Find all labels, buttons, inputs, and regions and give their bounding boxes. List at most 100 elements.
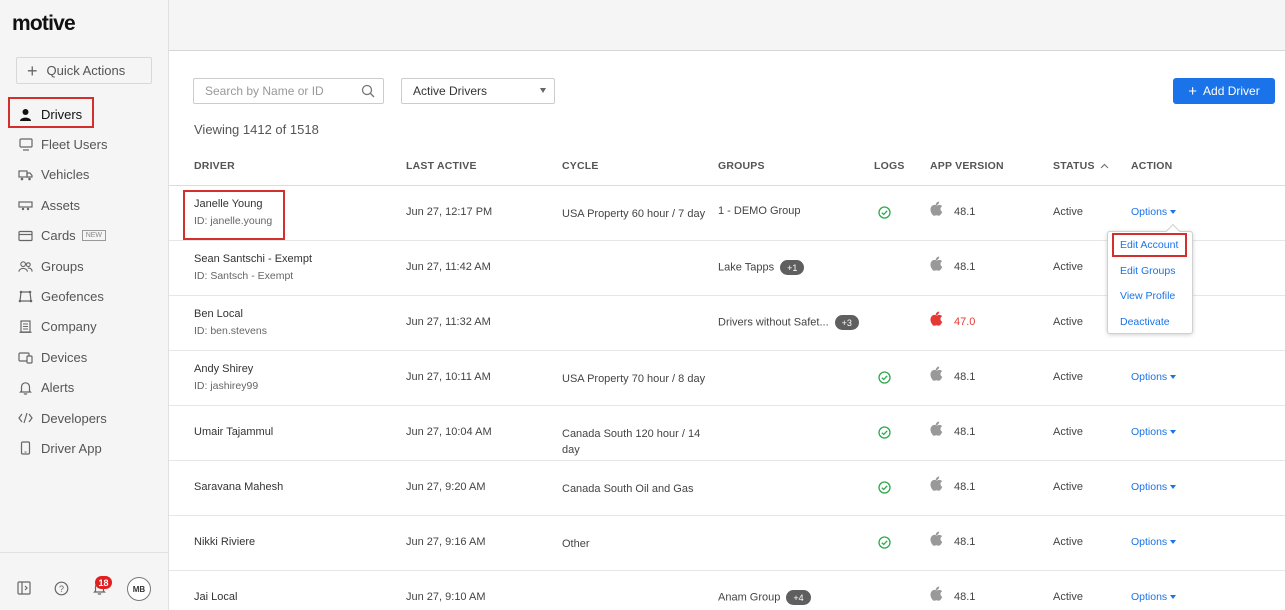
driver-status: Active — [1053, 206, 1083, 218]
table-row[interactable]: Jai Local Jun 27, 9:10 AM Anam Group +4 48.1… — [169, 571, 1285, 610]
truck-icon — [18, 167, 33, 182]
driver-name[interactable]: Nikki Riviere — [194, 536, 255, 548]
table-row[interactable]: Andy Shirey ID: jashirey99 Jun 27, 10:11 A… — [169, 351, 1285, 406]
driver-cell[interactable]: Jai Local — [194, 591, 237, 603]
caret-down-icon — [1170, 430, 1177, 435]
driver-name[interactable]: Ben Local — [194, 308, 267, 320]
app-version: 47.0 — [954, 316, 976, 328]
last-active: Jun 27, 9:10 AM — [406, 591, 486, 603]
driver-status-filter-select[interactable]: Active Drivers — [401, 78, 555, 104]
column-header-cycle[interactable]: CYCLE — [562, 160, 599, 172]
last-active: Jun 27, 10:04 AM — [406, 426, 492, 438]
caret-down-icon — [1170, 485, 1177, 490]
column-header-driver[interactable]: DRIVER — [194, 160, 235, 172]
column-header-app-version[interactable]: APP VERSION — [930, 160, 1004, 172]
last-active: Jun 27, 9:20 AM — [406, 481, 486, 493]
app-version: 48.1 — [954, 591, 976, 603]
driver-id: ID: ben.stevens — [194, 325, 267, 337]
caret-down-icon — [1170, 595, 1177, 600]
sidebar-item-alerts[interactable]: Alerts — [0, 373, 169, 403]
sidebar-item-label: Vehicles — [41, 167, 90, 183]
logs-ok-check-icon — [878, 206, 891, 222]
apple-icon — [930, 201, 943, 219]
driver-cell[interactable]: Sean Santschi - Exempt ID: Santsch - Exem… — [194, 253, 312, 282]
driver-status: Active — [1053, 481, 1083, 493]
sidebar-item-driver-app[interactable]: Driver App — [0, 433, 169, 463]
driver-cell[interactable]: Ben Local ID: ben.stevens — [194, 308, 267, 337]
last-active: Jun 27, 12:17 PM — [406, 206, 493, 218]
sidebar-item-label: Driver App — [41, 440, 102, 456]
column-header-groups[interactable]: GROUPS — [718, 160, 765, 172]
options-label: Options — [1131, 426, 1168, 438]
column-header-status[interactable]: STATUS — [1053, 160, 1109, 172]
driver-status: Active — [1053, 426, 1083, 438]
column-header-logs[interactable]: LOGS — [874, 160, 905, 172]
add-driver-label: Add Driver — [1203, 84, 1260, 98]
table-row[interactable]: Nikki Riviere Jun 27, 9:16 AM Other 48.1 Act… — [169, 516, 1285, 571]
column-header-last-active[interactable]: LAST ACTIVE — [406, 160, 477, 172]
options-dropdown-button[interactable]: Options — [1131, 371, 1177, 383]
motive-logo[interactable]: motive — [12, 12, 76, 36]
driver-cell[interactable]: Saravana Mahesh — [194, 481, 283, 493]
table-row[interactable]: Umair Tajammul Jun 27, 10:04 AM Canada Sou… — [169, 406, 1285, 461]
caret-down-icon — [1170, 375, 1177, 380]
driver-status: Active — [1053, 591, 1083, 603]
driver-name[interactable]: Sean Santschi - Exempt — [194, 253, 312, 265]
apple-icon — [930, 476, 943, 494]
logs-ok-check-icon — [878, 426, 891, 442]
user-avatar[interactable]: MB — [127, 577, 151, 601]
sidebar-item-fleet-users[interactable]: Fleet Users — [0, 129, 169, 159]
more-groups-badge[interactable]: +3 — [834, 315, 859, 330]
driver-name[interactable]: Saravana Mahesh — [194, 481, 283, 493]
top-header-bar — [169, 0, 1285, 51]
options-dropdown-button[interactable]: Options — [1131, 481, 1177, 493]
sidebar-item-developers[interactable]: Developers — [0, 403, 169, 433]
table-row[interactable]: Saravana Mahesh Jun 27, 9:20 AM Canada Sou… — [169, 461, 1285, 516]
logs-ok-check-icon — [878, 536, 891, 552]
groups-cell: Lake Tapps +1 — [718, 260, 805, 275]
driver-name[interactable]: Andy Shirey — [194, 363, 258, 375]
sidebar-nav: Drivers Fleet Users Vehicles Assets Card… — [0, 99, 169, 464]
app-version: 48.1 — [954, 206, 976, 218]
apple-icon — [930, 531, 943, 549]
group-name: Drivers without Safet... — [718, 316, 829, 329]
options-dropdown-button[interactable]: Options — [1131, 591, 1177, 603]
cycle: Other — [562, 538, 590, 550]
cycle: USA Property 60 hour / 7 day — [562, 208, 706, 220]
sidebar-item-company[interactable]: Company — [0, 312, 169, 342]
driver-cell[interactable]: Andy Shirey ID: jashirey99 — [194, 363, 258, 392]
search-input[interactable]: Search by Name or ID — [193, 78, 384, 104]
sidebar-item-cards[interactable]: Cards NEW — [0, 221, 169, 251]
menu-item-edit-groups[interactable]: Edit Groups — [1120, 265, 1175, 277]
sidebar-item-geofences[interactable]: Geofences — [0, 281, 169, 311]
quick-actions-button[interactable]: + Quick Actions — [16, 57, 152, 84]
sidebar-item-groups[interactable]: Groups — [0, 251, 169, 281]
menu-item-deactivate[interactable]: Deactivate — [1120, 316, 1170, 328]
more-groups-badge[interactable]: +4 — [786, 590, 811, 605]
driver-cell[interactable]: Umair Tajammul — [194, 426, 273, 438]
options-dropdown-button[interactable]: Options — [1131, 426, 1177, 438]
driver-cell[interactable]: Nikki Riviere — [194, 536, 255, 548]
logs-ok-check-icon — [878, 371, 891, 387]
menu-item-view-profile[interactable]: View Profile — [1120, 290, 1175, 302]
driver-name[interactable]: Umair Tajammul — [194, 426, 273, 438]
options-dropdown-button[interactable]: Options — [1131, 536, 1177, 548]
quick-actions-label: Quick Actions — [46, 63, 126, 78]
collapse-sidebar-icon[interactable] — [16, 580, 32, 596]
sidebar-item-vehicles[interactable]: Vehicles — [0, 160, 169, 190]
groups-cell: Drivers without Safet... +3 — [718, 315, 859, 330]
sidebar-item-label: Groups — [41, 258, 84, 274]
last-active: Jun 27, 9:16 AM — [406, 536, 486, 548]
more-groups-badge[interactable]: +1 — [780, 260, 805, 275]
app-version: 48.1 — [954, 371, 976, 383]
driver-name[interactable]: Jai Local — [194, 591, 237, 603]
help-icon[interactable]: ? — [53, 580, 69, 596]
apple-icon — [930, 421, 943, 439]
sidebar-item-assets[interactable]: Assets — [0, 190, 169, 220]
sidebar-item-devices[interactable]: Devices — [0, 342, 169, 372]
options-dropdown-button[interactable]: Options — [1131, 206, 1177, 218]
svg-text:?: ? — [58, 584, 63, 594]
cycle: Canada South Oil and Gas — [562, 483, 694, 495]
search-icon[interactable] — [361, 84, 375, 101]
add-driver-button[interactable]: + Add Driver — [1173, 78, 1275, 104]
